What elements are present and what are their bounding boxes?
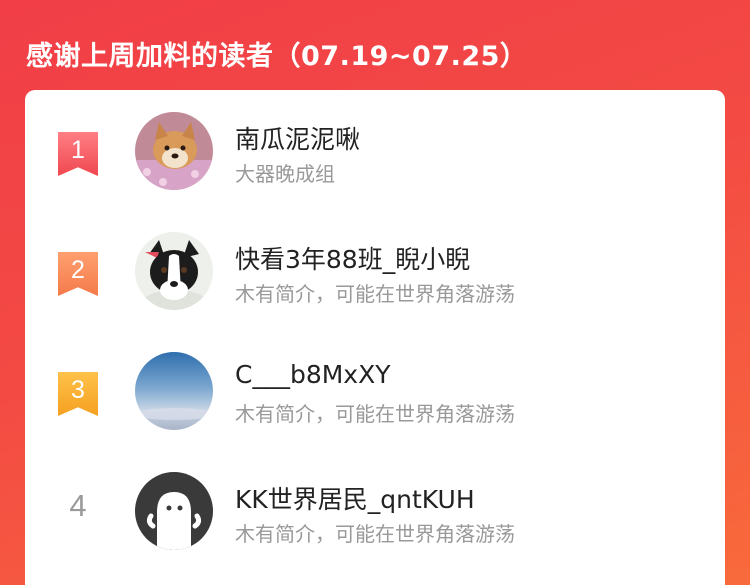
reader-list: 1 南瓜泥泥啾 大器晚成组 2 快看3年88班_睨小睨 木有简介，可能在世界角落…	[25, 90, 725, 585]
reader-row-2[interactable]: 2 快看3年88班_睨小睨 木有简介，可能在世界角落游荡	[25, 210, 725, 320]
reader-name[interactable]: C___b8MxXY	[235, 360, 391, 389]
rank-badge-3: 3	[58, 372, 98, 416]
rank-number: 4	[69, 488, 87, 523]
reader-row-3[interactable]: 3 C___b8MxXY 木有简介，可能在世界角落游荡	[25, 330, 725, 440]
shiba-dog-avatar-icon[interactable]	[135, 112, 213, 190]
rank-badge-2: 2	[58, 252, 98, 296]
border-collie-avatar-icon[interactable]	[135, 232, 213, 310]
panel-title: 感谢上周加料的读者（07.19~07.25）	[26, 41, 528, 72]
reader-bio: 大器晚成组	[235, 162, 335, 186]
reader-name[interactable]: KK世界居民_qntKUH	[235, 480, 475, 516]
reader-name[interactable]: 南瓜泥泥啾	[235, 120, 360, 156]
reader-name[interactable]: 快看3年88班_睨小睨	[235, 240, 470, 276]
rank-number: 2	[71, 256, 85, 284]
reader-bio: 木有简介，可能在世界角落游荡	[235, 282, 515, 306]
reader-bio: 木有简介，可能在世界角落游荡	[235, 402, 515, 426]
rank-number: 3	[71, 376, 85, 404]
rank-number: 1	[71, 136, 85, 164]
reader-row-1[interactable]: 1 南瓜泥泥啾 大器晚成组	[25, 90, 725, 200]
weekly-supporters-panel: 感谢上周加料的读者（07.19~07.25） 1 南瓜泥泥啾 大器晚成组 2 快…	[0, 0, 750, 585]
rank-badge-1: 1	[58, 132, 98, 176]
sky-avatar-icon[interactable]	[135, 352, 213, 430]
reader-row-4[interactable]: 4 KK世界居民_qntKUH 木有简介，可能在世界角落游荡	[25, 450, 725, 560]
default-ghost-avatar-icon[interactable]	[135, 472, 213, 550]
reader-bio: 木有简介，可能在世界角落游荡	[235, 522, 515, 546]
